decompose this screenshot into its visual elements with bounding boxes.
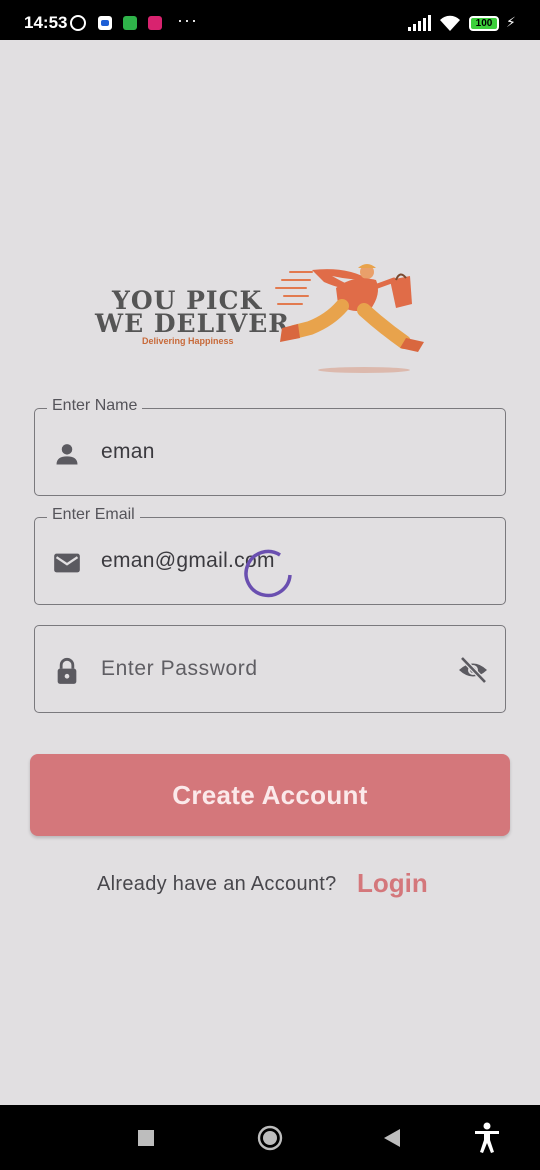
accessibility-icon[interactable] bbox=[473, 1122, 501, 1154]
status-bar: 14:53 ··· 100 ⚡ bbox=[0, 0, 540, 40]
wifi-icon bbox=[440, 15, 460, 31]
app-notification-icon bbox=[123, 16, 137, 30]
visibility-off-icon[interactable] bbox=[457, 655, 489, 685]
home-icon[interactable] bbox=[257, 1125, 283, 1151]
back-icon[interactable] bbox=[382, 1127, 402, 1149]
app-notification-icon bbox=[148, 16, 162, 30]
name-input[interactable]: eman bbox=[101, 440, 155, 464]
logo-text-line2: WE DELIVER bbox=[95, 309, 291, 338]
app-notification-icon bbox=[98, 16, 112, 30]
mail-icon bbox=[54, 553, 80, 573]
navigation-bar bbox=[0, 1105, 540, 1170]
email-field-label: Enter Email bbox=[47, 506, 140, 524]
password-input[interactable]: Enter Password bbox=[101, 657, 258, 681]
name-field[interactable]: Enter Name eman bbox=[34, 397, 506, 496]
login-prompt: Already have an Account? Login bbox=[0, 866, 540, 902]
recents-icon[interactable] bbox=[138, 1130, 154, 1146]
create-account-button[interactable]: Create Account bbox=[30, 754, 510, 836]
loading-spinner bbox=[244, 549, 292, 598]
login-link[interactable]: Login bbox=[357, 868, 428, 899]
signal-icon bbox=[408, 15, 431, 31]
charging-icon: ⚡ bbox=[506, 14, 516, 30]
logo-tagline: Delivering Happiness bbox=[142, 336, 234, 346]
name-field-label: Enter Name bbox=[47, 397, 143, 415]
person-icon bbox=[56, 444, 78, 465]
password-field[interactable]: Enter Password bbox=[34, 625, 506, 713]
more-notifications-icon: ··· bbox=[177, 10, 198, 30]
app-logo: YOU PICK WE DELIVER Delivering Happiness bbox=[92, 258, 442, 376]
delivery-runner-illustration bbox=[275, 264, 424, 373]
battery-icon: 100 bbox=[469, 16, 499, 31]
lock-icon bbox=[57, 657, 77, 684]
login-question: Already have an Account? bbox=[97, 873, 337, 895]
status-time: 14:53 bbox=[24, 13, 68, 32]
alarm-icon bbox=[70, 15, 86, 31]
